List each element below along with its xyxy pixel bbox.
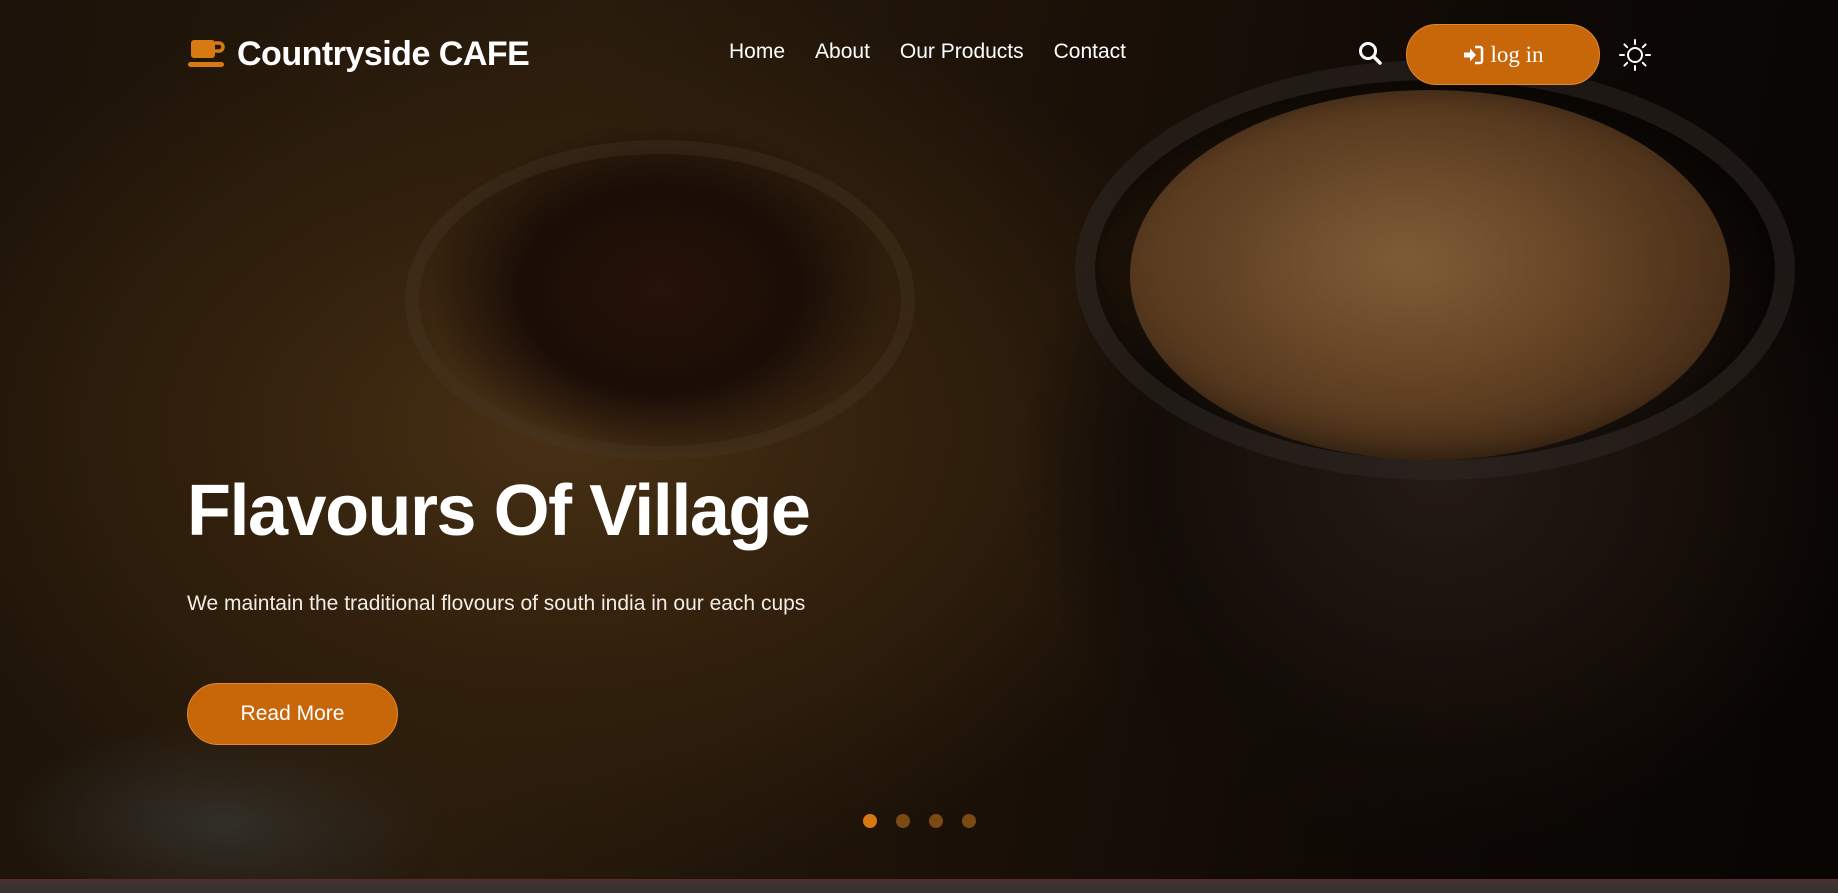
carousel-dot-1[interactable] xyxy=(863,814,877,828)
login-button[interactable]: log in xyxy=(1406,24,1600,85)
brand-logo[interactable]: Countryside CAFE xyxy=(187,34,530,74)
nav-home[interactable]: Home xyxy=(729,40,785,64)
hero-overlay xyxy=(0,0,1838,879)
hero-subtitle: We maintain the traditional flovours of … xyxy=(187,592,806,615)
carousel-indicators xyxy=(863,814,976,828)
sun-icon[interactable] xyxy=(1618,38,1652,72)
read-more-button[interactable]: Read More xyxy=(187,683,398,745)
main-nav: Home About Our Products Contact xyxy=(729,40,1126,64)
nav-about[interactable]: About xyxy=(815,40,870,64)
carousel-dot-2[interactable] xyxy=(896,814,910,828)
brand-name: Countryside CAFE xyxy=(237,34,530,73)
carousel-dot-4[interactable] xyxy=(962,814,976,828)
login-label: log in xyxy=(1490,41,1544,67)
sign-in-icon xyxy=(1464,45,1484,64)
page-bottom-edge xyxy=(0,879,1838,893)
search-icon[interactable] xyxy=(1357,40,1383,66)
hero-title: Flavours Of Village xyxy=(187,471,811,551)
coffee-cup-icon xyxy=(188,40,225,67)
site-header: Countryside CAFE Home About Our Products… xyxy=(0,0,1838,110)
nav-our-products[interactable]: Our Products xyxy=(900,40,1024,64)
nav-contact[interactable]: Contact xyxy=(1054,40,1126,64)
carousel-dot-3[interactable] xyxy=(929,814,943,828)
hero-banner: Countryside CAFE Home About Our Products… xyxy=(0,0,1838,879)
